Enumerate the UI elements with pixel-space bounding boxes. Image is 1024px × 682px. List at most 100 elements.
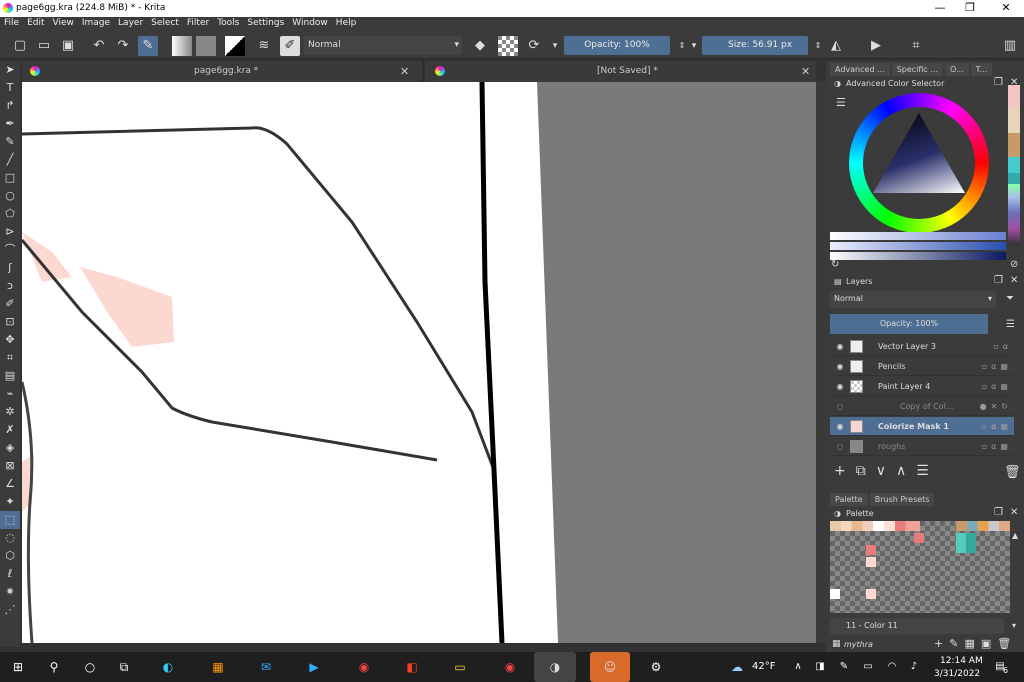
color-wheel[interactable] bbox=[849, 93, 989, 233]
fill-tool-icon[interactable]: ◈ bbox=[0, 439, 20, 457]
new-document-icon[interactable]: ▢ bbox=[10, 36, 30, 56]
recent-colors-strip[interactable] bbox=[1008, 85, 1020, 245]
layer-row[interactable]: ○ Copy of Col... ●✕↻ bbox=[830, 397, 1014, 416]
duplicate-layer-icon[interactable]: ⧉ bbox=[856, 463, 876, 479]
move-tool-icon[interactable]: ✥ bbox=[0, 331, 20, 349]
delete-layer-icon[interactable]: 🗑 bbox=[1004, 465, 1021, 480]
undo-icon[interactable]: ↶ bbox=[89, 36, 109, 56]
transform-tool-icon[interactable]: ⊡ bbox=[0, 313, 20, 331]
palette-grid-icon[interactable]: ▦ bbox=[964, 637, 980, 650]
visibility-hidden-icon[interactable]: ○ bbox=[834, 437, 846, 456]
multibrush-tool-icon[interactable]: ✐ bbox=[0, 295, 20, 313]
color-slider-2[interactable] bbox=[830, 242, 1006, 250]
layer-lock-alpha-icons[interactable]: ▫α bbox=[993, 337, 1012, 356]
chrome-profile-icon[interactable]: ◉ bbox=[500, 657, 520, 677]
visibility-eye-icon[interactable]: ◉ bbox=[834, 357, 846, 376]
open-folder-icon[interactable]: ▭ bbox=[34, 36, 54, 56]
menu-file[interactable]: File bbox=[0, 18, 23, 28]
tab-palette[interactable]: Palette bbox=[830, 493, 868, 506]
dock-layout-icon[interactable]: ▥ bbox=[1000, 36, 1020, 56]
layer-row[interactable]: ◉ Vector Layer 3 ▫α bbox=[830, 337, 1014, 356]
palette-set-name[interactable]: mythra bbox=[844, 640, 873, 649]
layer-blend-select[interactable]: Normal ▾ bbox=[830, 291, 996, 308]
office-icon[interactable]: ◧ bbox=[402, 657, 422, 677]
edit-shapes-tool-icon[interactable]: ↱ bbox=[0, 97, 20, 115]
menu-select[interactable]: Select bbox=[147, 18, 183, 28]
float-panel-icon[interactable]: ❐ bbox=[994, 77, 1003, 88]
palette-grid[interactable] bbox=[830, 521, 1010, 613]
assistant-tool-icon[interactable]: ⊠ bbox=[0, 457, 20, 475]
measure-tool-icon[interactable]: ∠ bbox=[0, 475, 20, 493]
weather-cloud-icon[interactable]: ☁ bbox=[730, 657, 744, 677]
elliptical-selection-tool-icon[interactable]: ◌ bbox=[0, 529, 20, 547]
edge-browser-icon[interactable]: ◐ bbox=[158, 657, 178, 677]
clock-date[interactable]: 3/31/2022 bbox=[934, 669, 980, 679]
layer-lock-alpha-icons[interactable]: ▫α▦ bbox=[982, 357, 1012, 376]
delete-swatch-icon[interactable]: 🗑 bbox=[997, 637, 1017, 650]
rectangular-selection-tool-icon[interactable]: ⬚ bbox=[0, 511, 20, 529]
tab-not-saved[interactable]: [Not Saved] * ✕ bbox=[425, 61, 816, 82]
canvas-area[interactable] bbox=[22, 82, 816, 643]
color-settings-icon[interactable]: ☰ bbox=[836, 96, 846, 109]
size-spin-icon[interactable]: ⇕ bbox=[808, 36, 828, 56]
mirror-vertical-icon[interactable]: ▶ bbox=[866, 36, 886, 56]
polygon-tool-icon[interactable]: ⬠ bbox=[0, 205, 20, 223]
menu-image[interactable]: Image bbox=[78, 18, 114, 28]
drawing-canvas[interactable] bbox=[22, 82, 816, 643]
cortana-icon[interactable]: ○ bbox=[80, 657, 100, 677]
windows-start-icon[interactable]: ⊞ bbox=[8, 657, 28, 677]
bezier-tool-icon[interactable]: ⌒ bbox=[0, 241, 20, 259]
discord-taskbar-icon[interactable]: ☺ bbox=[590, 652, 630, 682]
mirror-horizontal-icon[interactable]: ◭ bbox=[826, 36, 846, 56]
task-view-icon[interactable]: ⧉ bbox=[114, 657, 134, 677]
settings-gear-icon[interactable]: ⚙ bbox=[646, 657, 666, 677]
close-tab-icon[interactable]: ✕ bbox=[801, 61, 810, 82]
similar-selection-tool-icon[interactable]: ⋰ bbox=[0, 601, 20, 619]
menu-tools[interactable]: Tools bbox=[213, 18, 243, 28]
text-tool-icon[interactable]: T bbox=[0, 79, 20, 97]
layer-row[interactable]: ◉ Paint Layer 4 ▫α▦ bbox=[830, 377, 1014, 396]
menu-settings[interactable]: Settings bbox=[243, 18, 288, 28]
add-layer-icon[interactable]: + bbox=[834, 463, 856, 479]
tab-advanced-color[interactable]: Advanced ... bbox=[830, 63, 890, 76]
battery-icon[interactable]: ▭ bbox=[858, 657, 878, 677]
palette-scroll-icon[interactable]: ▲ bbox=[1012, 531, 1018, 540]
movies-tv-icon[interactable]: ▶ bbox=[304, 657, 324, 677]
freehand-path-tool-icon[interactable]: ʃ bbox=[0, 259, 20, 277]
size-slider[interactable]: Size: 56.91 px bbox=[702, 36, 808, 55]
wifi-icon[interactable]: ◠ bbox=[882, 657, 902, 677]
tray-stylus-icon[interactable]: ✎ bbox=[834, 657, 854, 677]
layer-row-selected[interactable]: ◉ Colorize Mask 1 ▫α▦ bbox=[830, 417, 1014, 436]
palette-save-icon[interactable]: ▣ bbox=[981, 637, 997, 650]
file-explorer-icon[interactable]: ▭ bbox=[450, 657, 470, 677]
pattern-icon[interactable] bbox=[196, 36, 216, 56]
visibility-eye-icon[interactable]: ◉ bbox=[834, 377, 846, 396]
tab-page6gg[interactable]: page6gg.kra * ✕ bbox=[22, 61, 422, 82]
alpha-lock-icon[interactable] bbox=[498, 36, 518, 56]
move-layer-down-icon[interactable]: ∨ bbox=[876, 463, 896, 479]
layer-row[interactable]: ◉ Pencils ▫α▦ bbox=[830, 357, 1014, 376]
weather-temperature[interactable]: 42°F bbox=[752, 661, 775, 672]
menu-help[interactable]: Help bbox=[332, 18, 361, 28]
no-color-icon[interactable]: ⊘ bbox=[1010, 259, 1018, 270]
menu-layer[interactable]: Layer bbox=[114, 18, 147, 28]
polyline-tool-icon[interactable]: ⊳ bbox=[0, 223, 20, 241]
layer-opacity-slider[interactable]: Opacity: 100% bbox=[830, 314, 988, 334]
move-layer-up-icon[interactable]: ∧ bbox=[896, 463, 916, 479]
save-icon[interactable]: ▣ bbox=[58, 36, 78, 56]
minimize-button[interactable]: — bbox=[930, 1, 950, 14]
layer-lock-alpha-icons[interactable]: ▫α▦ bbox=[982, 377, 1012, 396]
color-slider-1[interactable] bbox=[830, 232, 1006, 240]
ellipse-tool-icon[interactable]: ○ bbox=[0, 187, 20, 205]
layer-lock-alpha-icons[interactable]: ▫α▦ bbox=[982, 417, 1012, 436]
volume-icon[interactable]: ♪ bbox=[904, 657, 924, 677]
blend-mode-select[interactable]: Normal ▾ bbox=[304, 36, 462, 55]
freehand-selection-tool-icon[interactable]: ℓ bbox=[0, 565, 20, 583]
edit-swatch-icon[interactable]: ✎ bbox=[949, 637, 964, 650]
tray-expand-icon[interactable]: ∧ bbox=[788, 657, 808, 677]
chevron-down-icon[interactable]: ▾ bbox=[1012, 621, 1016, 630]
layer-properties-icon[interactable]: ☰ bbox=[916, 463, 939, 479]
visibility-hidden-icon[interactable]: ○ bbox=[834, 397, 846, 416]
tray-app-icon[interactable]: ◨ bbox=[810, 657, 830, 677]
brush-settings-icon[interactable]: ≋ bbox=[254, 36, 274, 56]
